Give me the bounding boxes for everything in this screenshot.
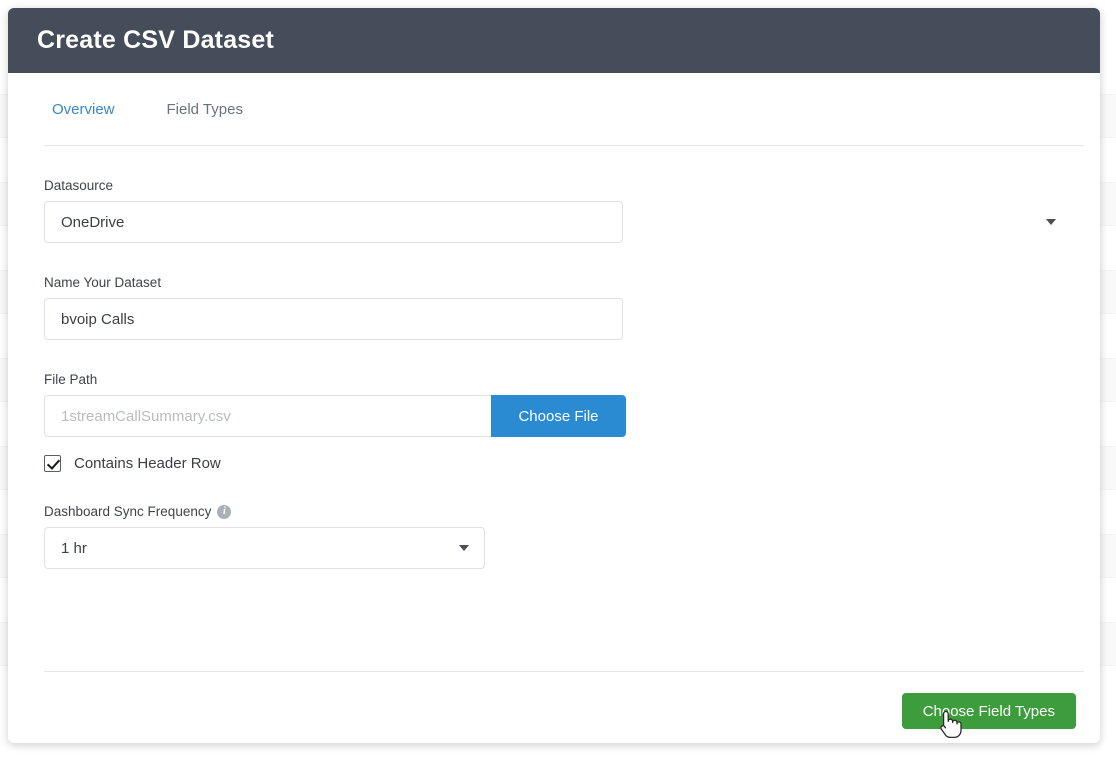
dataset-name-label: Name Your Dataset <box>44 275 162 290</box>
datasource-selected-value: OneDrive <box>61 213 125 231</box>
tabs-divider <box>44 145 1084 146</box>
contains-header-row-row: Contains Header Row <box>44 455 1072 472</box>
chevron-down-icon <box>459 545 469 551</box>
page-title: Create CSV Dataset <box>37 26 275 54</box>
dataset-name-field-group: Name Your Dataset bvoip Calls <box>44 275 1072 340</box>
dataset-name-control: bvoip Calls <box>44 298 1072 340</box>
datasource-label: Datasource <box>44 178 114 193</box>
sync-frequency-select[interactable]: 1 hr <box>44 527 485 569</box>
datasource-select[interactable]: OneDrive <box>44 201 623 243</box>
contains-header-row-label: Contains Header Row <box>74 455 221 472</box>
choose-file-button[interactable]: Choose File <box>491 395 626 437</box>
sync-frequency-field-group: Dashboard Sync Frequency i 1 hr <box>44 504 1072 569</box>
sync-frequency-control: 1 hr <box>44 527 485 569</box>
file-path-placeholder: 1streamCallSummary.csv <box>61 407 231 425</box>
file-path-control: 1streamCallSummary.csv Choose File <box>44 395 626 437</box>
contains-header-row-checkbox[interactable] <box>44 455 61 472</box>
dataset-name-input[interactable]: bvoip Calls <box>44 298 623 340</box>
file-path-label: File Path <box>44 372 98 387</box>
tab-bar: Overview Field Types <box>36 73 1072 145</box>
datasource-field-group: Datasource OneDrive <box>44 178 1072 243</box>
sync-frequency-selected-value: 1 hr <box>61 539 87 557</box>
sync-frequency-label: Dashboard Sync Frequency i <box>44 504 1072 519</box>
dataset-name-value: bvoip Calls <box>61 310 135 328</box>
file-path-field-group: File Path 1streamCallSummary.csv Choose … <box>44 372 1072 472</box>
dialog-footer: Choose Field Types <box>36 672 1084 743</box>
sync-frequency-label-text: Dashboard Sync Frequency <box>44 504 212 519</box>
file-path-input[interactable]: 1streamCallSummary.csv <box>44 395 491 437</box>
dialog-body: Overview Field Types Datasource OneDrive… <box>8 73 1100 743</box>
choose-field-types-button[interactable]: Choose Field Types <box>901 693 1076 729</box>
tab-field-types[interactable]: Field Types <box>159 97 251 122</box>
overview-form: Datasource OneDrive Name Your Dataset bv… <box>36 178 1072 569</box>
info-icon[interactable]: i <box>217 504 232 519</box>
dialog-header: Create CSV Dataset <box>8 8 1100 73</box>
chevron-down-icon <box>1046 219 1056 225</box>
datasource-control: OneDrive <box>44 201 1072 243</box>
tab-overview[interactable]: Overview <box>44 97 123 122</box>
create-csv-dataset-dialog: Create CSV Dataset Overview Field Types … <box>8 8 1100 743</box>
